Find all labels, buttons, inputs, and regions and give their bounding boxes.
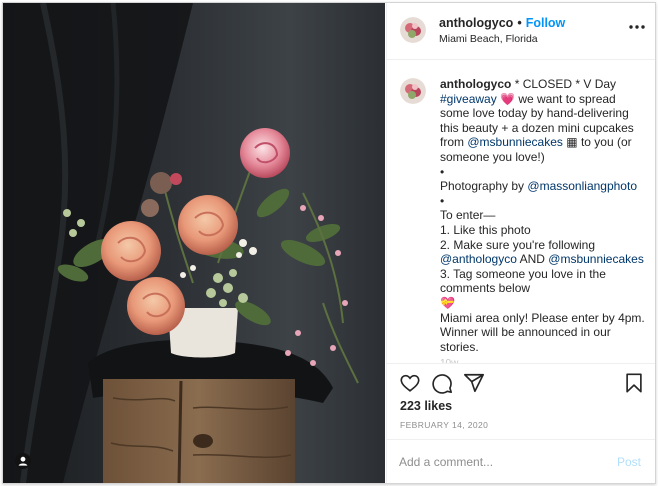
mention-link[interactable]: @msbunniecakes	[467, 135, 563, 149]
hashtag-link[interactable]: #giveaway	[440, 92, 497, 106]
avatar-image	[400, 78, 426, 104]
bullet: •	[440, 193, 445, 208]
comment-bar: Post	[387, 439, 655, 483]
username-link[interactable]: anthologyco	[439, 16, 513, 30]
post-header: anthologyco • Follow Miami Beach, Florida	[387, 3, 655, 60]
post-modal: anthologyco • Follow Miami Beach, Florida	[2, 2, 656, 484]
enter-label: To enter—	[440, 208, 496, 223]
and-label: AND	[519, 252, 545, 267]
cupcake-emoji-icon: ▦	[566, 135, 578, 150]
comment-bubble-icon[interactable]	[431, 372, 453, 394]
post-comment-button[interactable]: Post	[617, 455, 641, 469]
step-2: 2. Make sure you're following @anthology…	[440, 238, 645, 267]
step-3: 3. Tag someone you love in the comments …	[440, 266, 606, 296]
mention-link[interactable]: @massonliangphoto	[527, 179, 637, 193]
avatar[interactable]	[400, 17, 426, 43]
paper-plane-icon[interactable]	[463, 372, 485, 394]
heart-emoji-icon: 💗	[500, 91, 515, 106]
post-details-panel: anthologyco • Follow Miami Beach, Florida	[386, 3, 655, 483]
caption-scroll-area[interactable]: anthologyco * CLOSED * V Day #giveaway 💗…	[387, 60, 655, 363]
caption-text: anthologyco * CLOSED * V Day #giveaway 💗…	[440, 77, 645, 354]
follow-button[interactable]: Follow	[526, 16, 566, 30]
caption-intro: * CLOSED * V Day	[514, 77, 617, 91]
likes-count[interactable]: 223 likes	[400, 399, 452, 413]
mention-link[interactable]: @anthologyco	[440, 252, 517, 266]
photo-credit-label: Photography by	[440, 179, 525, 194]
post-photo[interactable]	[3, 3, 385, 483]
action-bar: 223 likes FEBRUARY 14, 2020	[387, 363, 655, 444]
comment-input[interactable]	[399, 452, 599, 472]
ribbon-heart-icon: 💝	[440, 295, 455, 310]
avatar-image	[400, 17, 426, 43]
flower-arrangement-image	[3, 3, 385, 483]
location-link[interactable]: Miami Beach, Florida	[439, 33, 538, 45]
post-author-line: anthologyco • Follow	[439, 16, 565, 30]
user-tag-icon[interactable]	[15, 453, 31, 469]
caption-closing: Miami area only! Please enter by 4pm. Wi…	[440, 310, 645, 354]
bookmark-icon[interactable]	[623, 372, 645, 394]
mention-link[interactable]: @msbunniecakes	[548, 252, 644, 266]
step-2-prefix: 2. Make sure you're following	[440, 237, 596, 252]
more-horizontal-icon[interactable]	[627, 17, 647, 37]
bullet: •	[440, 164, 445, 179]
step-1: 1. Like this photo	[440, 222, 531, 237]
post-date: FEBRUARY 14, 2020	[400, 420, 489, 430]
avatar[interactable]	[400, 78, 426, 104]
caption-username[interactable]: anthologyco	[440, 77, 511, 91]
heart-outline-icon[interactable]	[399, 372, 421, 394]
caption-paragraph: anthologyco * CLOSED * V Day #giveaway 💗…	[440, 77, 645, 165]
separator-dot: •	[517, 16, 522, 30]
photo-credit: Photography by @massonliangphoto	[440, 179, 645, 194]
